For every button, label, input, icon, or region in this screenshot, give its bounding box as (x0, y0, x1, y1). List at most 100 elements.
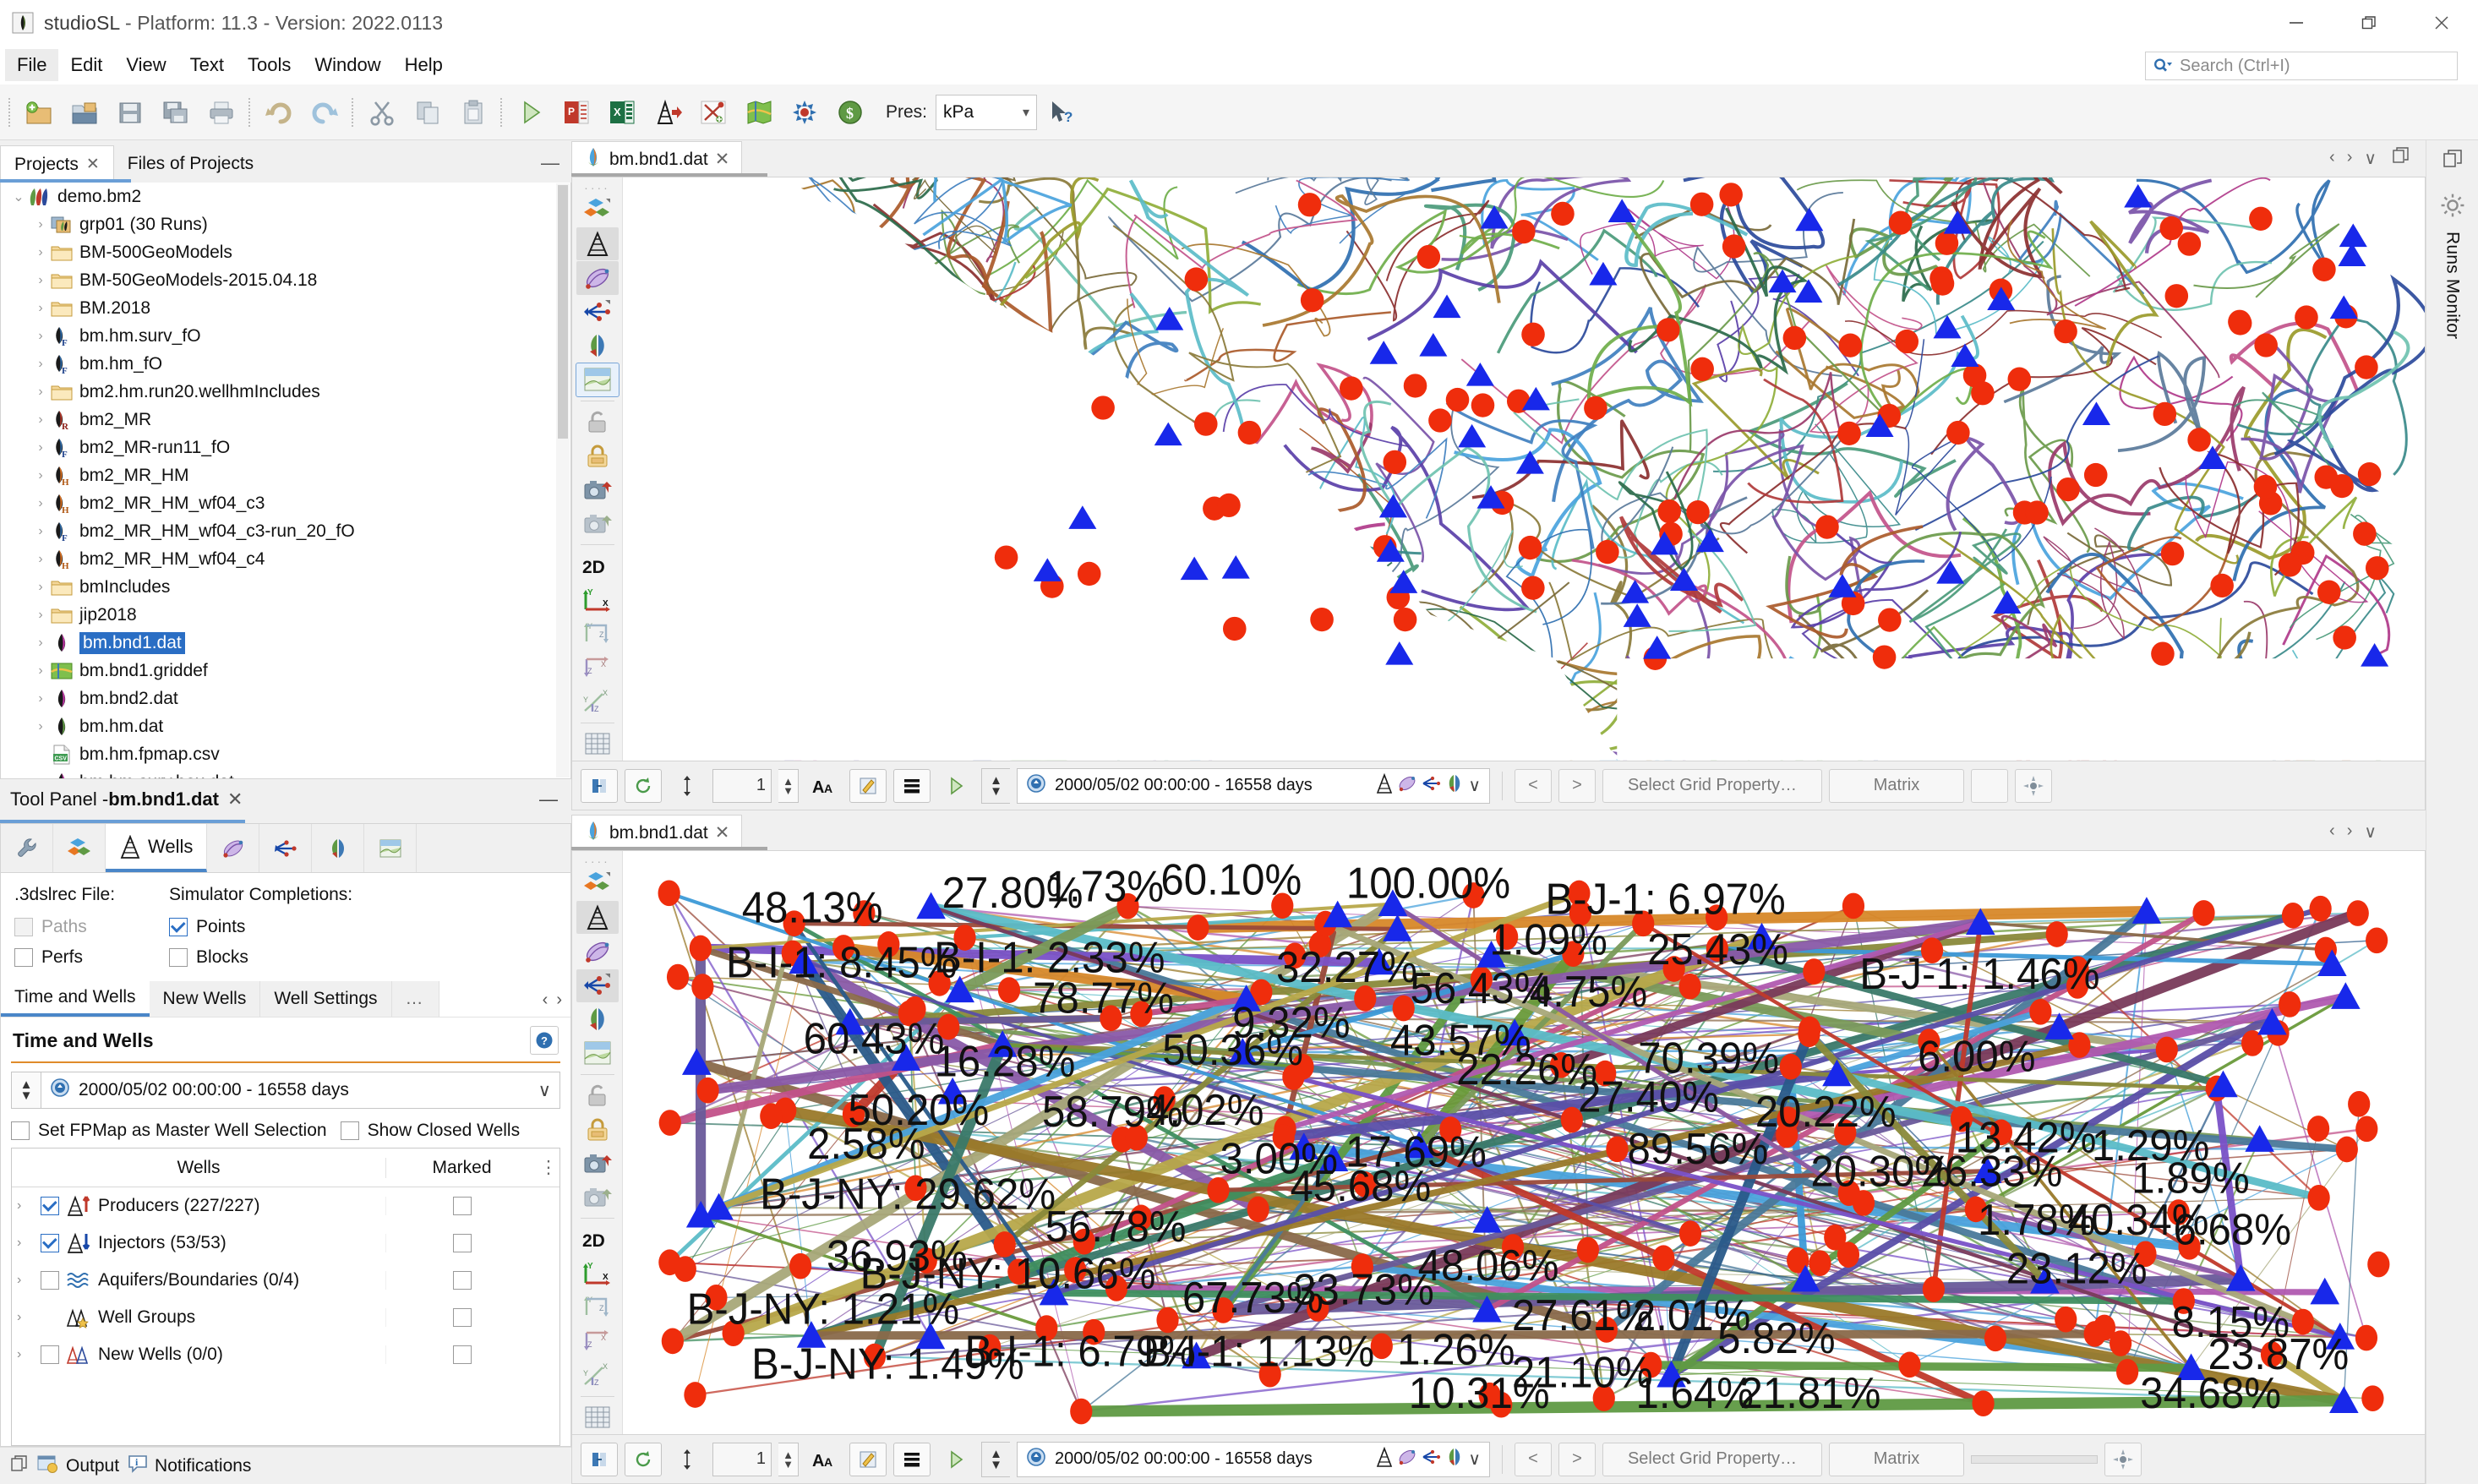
tree-item-bmincludes[interactable]: › bmIncludes (1, 573, 570, 601)
copy-icon[interactable] (406, 90, 450, 134)
camera-dim-icon[interactable] (576, 1181, 619, 1214)
tree-item-bm-50geomodels-2015-04-18[interactable]: › BM-50GeoModels-2015.04.18 (1, 266, 570, 294)
tree-item-bm-2018[interactable]: › BM.2018 (1, 294, 570, 322)
chevron-right-icon[interactable]: › (31, 608, 50, 623)
tree-item-bm2-mr-run11-fo[interactable]: › Fbm2_MR-run11_fO (1, 434, 570, 461)
grid-property-next-button[interactable]: > (1558, 768, 1596, 803)
layer-number-input[interactable]: 1 (712, 1442, 772, 1476)
tree-item-bm2-mr-hm-wf04-c3-run-20-fo[interactable]: › Fbm2_MR_HM_wf04_c3-run_20_fO (1, 517, 570, 545)
row-checkbox[interactable] (41, 1234, 59, 1252)
streamlines-icon[interactable] (576, 261, 619, 295)
drainage-icon[interactable] (576, 1003, 619, 1036)
subtab-prev-button[interactable]: ‹ (543, 990, 549, 1010)
cut-icon[interactable] (360, 90, 404, 134)
viewer-top-tab[interactable]: bm.bnd1.dat ✕ (571, 141, 743, 177)
flux-icon[interactable] (259, 824, 313, 872)
vertical-exaggeration-icon[interactable] (669, 1443, 706, 1476)
map-tool-icon[interactable] (737, 90, 781, 134)
chart-icon[interactable] (576, 1037, 619, 1070)
excel-export-icon[interactable]: X (600, 90, 644, 134)
font-size-icon[interactable]: AA (805, 769, 843, 803)
close-icon[interactable]: ✕ (715, 149, 730, 170)
runs-monitor-tab[interactable]: Runs Monitor (2440, 193, 2465, 339)
chevron-right-icon[interactable]: › (31, 301, 50, 316)
grid-property-extra-button[interactable] (1971, 768, 2008, 803)
font-size-icon[interactable]: AA (805, 1443, 843, 1476)
tree-item-bm-hm-surv-fo[interactable]: › Fbm.hm.surv_fO (1, 322, 570, 350)
wrench-icon[interactable] (1, 824, 53, 872)
vertical-exaggeration-icon[interactable] (669, 769, 706, 803)
table-row[interactable]: › Producers (227/227) (12, 1187, 559, 1225)
grid-blocks-icon[interactable] (576, 867, 619, 900)
layers-icon[interactable] (893, 1442, 931, 1476)
checkbox-set-fpmap-master[interactable]: Set FPMap as Master Well Selection (11, 1121, 327, 1141)
tree-item-bm2-hm-run20-wellhmincludes[interactable]: › bm2.hm.run20.wellhmIncludes (1, 378, 570, 406)
points-checkbox[interactable] (169, 918, 188, 936)
sidebar-grip[interactable]: ···· (584, 181, 610, 194)
checkbox-paths[interactable]: Paths (14, 917, 115, 937)
checkbox-show-closed-wells[interactable]: Show Closed Wells (340, 1121, 520, 1141)
blocks-checkbox[interactable] (169, 948, 188, 967)
help-icon[interactable]: ? (530, 1026, 559, 1055)
view-2d-icon[interactable]: 2D (576, 1223, 619, 1256)
save-icon[interactable] (108, 90, 152, 134)
chart-icon[interactable] (364, 824, 418, 872)
chevron-right-icon[interactable]: › (17, 1273, 34, 1288)
wells-icon[interactable] (576, 901, 619, 935)
tab-wells[interactable]: Wells (106, 824, 208, 872)
lock-yellow-icon[interactable] (576, 439, 619, 472)
tree-item-bm-hm-fpmap-csv[interactable]: CSV bm.hm.fpmap.csv (1, 740, 570, 768)
projects-minimize-button[interactable]: — (541, 152, 559, 174)
tab-files-of-projects[interactable]: Files of Projects (113, 145, 268, 183)
pressure-unit-select[interactable]: kPa ▾ (936, 94, 1038, 130)
opacity-slider[interactable] (1971, 1454, 2098, 1464)
row-checkbox[interactable] (41, 1345, 59, 1364)
marked-checkbox[interactable] (452, 1197, 472, 1215)
axis-zx-icon[interactable]: ZX (576, 1325, 619, 1358)
grid-property-prev-button[interactable]: < (1515, 768, 1552, 803)
tree-item-bm-bnd1-griddef[interactable]: › bm.bnd1.griddef (1, 657, 570, 685)
grid-property-prev-button[interactable]: < (1515, 1442, 1552, 1476)
chevron-right-icon[interactable]: › (31, 385, 50, 400)
chevron-right-icon[interactable]: › (31, 691, 50, 707)
tree-item-demo-bm2[interactable]: ⌄ demo.bm2 (1, 183, 570, 210)
table-row[interactable]: › Aquifers/Boundaries (0/4) (12, 1262, 559, 1299)
project-tree[interactable]: ⌄ demo.bm2 › grp01 (30 Runs) › BM-500GeoModel… (0, 183, 571, 779)
status-output[interactable]: Output (37, 1454, 119, 1478)
streamline-tool-icon[interactable] (691, 90, 735, 134)
axis-3d-icon[interactable]: Y XZ (576, 1359, 619, 1392)
chevron-down-icon[interactable]: ∨ (1468, 775, 1481, 796)
burst-icon[interactable] (2104, 1442, 2142, 1476)
burst-icon[interactable] (2015, 768, 2052, 803)
viewer-bottom-prev-tab[interactable]: ‹ (2329, 821, 2335, 843)
flux-icon[interactable] (1421, 773, 1441, 799)
tree-item-bm-hm-dat[interactable]: › bm.hm.dat (1, 712, 570, 740)
flip-icon[interactable] (581, 1442, 618, 1476)
scrollbar-thumb[interactable] (558, 185, 568, 439)
float-window-icon[interactable] (2392, 146, 2410, 170)
viewer-top-tab-list[interactable]: ∨ (2364, 148, 2377, 169)
drainage-icon[interactable] (312, 824, 365, 872)
layer-number-stepper[interactable]: ▲ ▼ (778, 1442, 799, 1476)
tree-item-bm-hm-surv-box-dat[interactable]: ›bm.hm.surv.box.dat (1, 768, 570, 779)
chevron-right-icon[interactable]: › (31, 329, 50, 344)
chevron-right-icon[interactable]: › (17, 1236, 34, 1251)
close-button[interactable] (2405, 0, 2478, 46)
drainage-icon[interactable] (576, 330, 619, 363)
new-project-icon[interactable] (17, 90, 61, 134)
drainage-icon[interactable] (1444, 1447, 1465, 1472)
grid-blocks-icon[interactable] (576, 194, 619, 226)
copy-windows-icon[interactable] (10, 1454, 29, 1478)
marked-checkbox[interactable] (452, 1345, 472, 1364)
camera-dim-icon[interactable] (576, 507, 619, 540)
chevron-right-icon[interactable]: › (31, 552, 50, 567)
streamlines-icon[interactable] (207, 824, 260, 872)
select-grid-property-button[interactable]: Select Grid Property… (1602, 1442, 1822, 1476)
column-menu-icon[interactable]: ⋮ (538, 1157, 559, 1178)
lock-yellow-icon[interactable] (576, 1113, 619, 1146)
row-checkbox[interactable] (41, 1197, 59, 1215)
menu-file[interactable]: File (5, 48, 59, 81)
chevron-right-icon[interactable]: › (17, 1347, 34, 1362)
redo-icon[interactable] (303, 90, 347, 134)
chevron-right-icon[interactable]: › (31, 440, 50, 456)
